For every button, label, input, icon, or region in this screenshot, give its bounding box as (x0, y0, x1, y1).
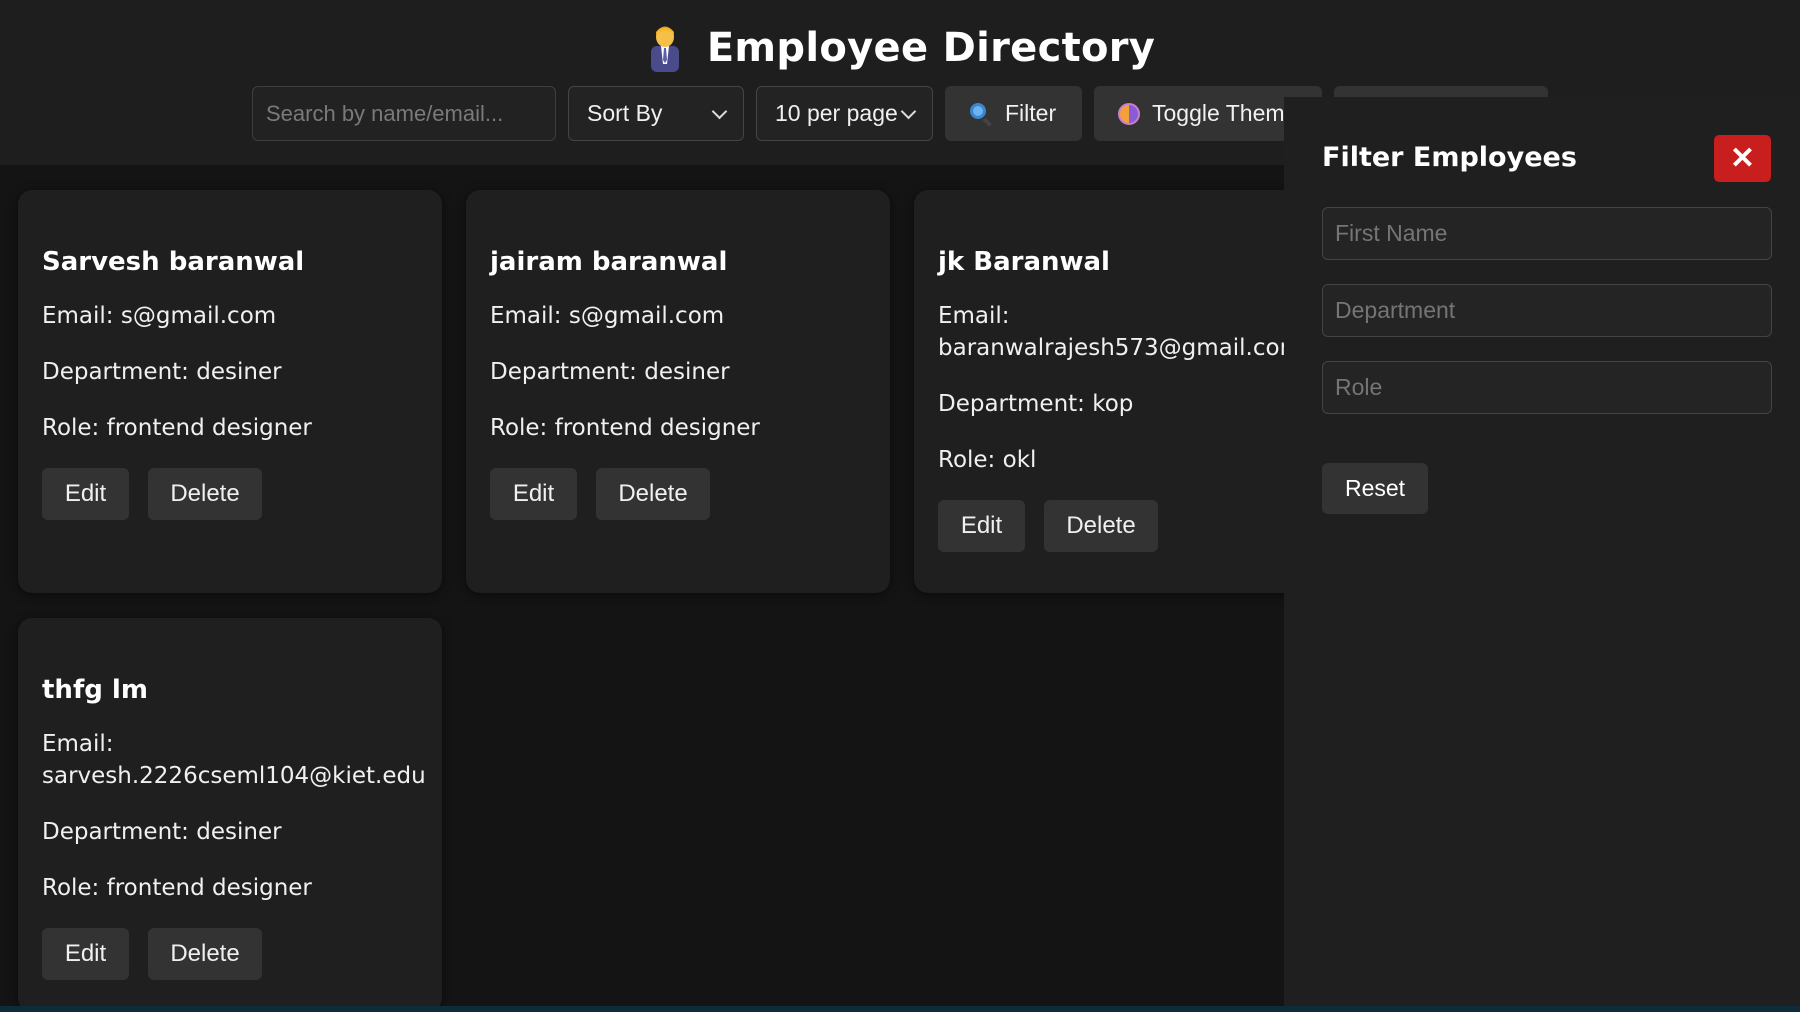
role-input[interactable] (1322, 361, 1772, 414)
per-page-select[interactable]: 10 per page (756, 86, 933, 141)
filter-button[interactable]: Filter (945, 86, 1082, 141)
filter-panel-title: Filter Employees (1322, 142, 1577, 173)
page: Employee Directory Sort By 10 per page F… (0, 0, 1800, 1012)
filter-panel: Filter Employees Reset (1284, 97, 1800, 1012)
employee-department: Department: desiner (42, 359, 282, 385)
employee-name: jairam baranwal (490, 247, 728, 277)
edit-button[interactable]: Edit (490, 468, 577, 520)
page-title: Employee Directory (706, 25, 1156, 71)
employee-card: thfg lm Email: sarvesh.2226cseml104@kiet… (18, 618, 442, 1012)
employee-role: Role: frontend designer (42, 415, 312, 441)
employee-email: Email: s@gmail.com (42, 303, 277, 329)
card-actions: Edit Delete (42, 928, 418, 980)
employee-card: jairam baranwal Email: s@gmail.com Depar… (466, 190, 890, 593)
toggle-theme-label: Toggle Theme (1152, 100, 1298, 126)
employee-role: Role: frontend designer (42, 875, 312, 901)
chevron-down-icon (900, 103, 917, 119)
delete-button[interactable]: Delete (148, 928, 262, 980)
magnifier-icon (969, 102, 993, 127)
employee-name: thfg lm (42, 675, 148, 705)
employee-email: Email: baranwalrajesh573@gmail.com (938, 300, 1314, 364)
delete-button[interactable]: Delete (148, 468, 262, 520)
search-input[interactable] (252, 86, 556, 141)
employee-department: Department: desiner (42, 819, 282, 845)
employee-email-value: baranwalrajesh573@gmail.com (938, 335, 1302, 361)
office-worker-icon (645, 24, 685, 72)
card-actions: Edit Delete (42, 468, 418, 520)
reset-button[interactable]: Reset (1322, 463, 1428, 514)
delete-button[interactable]: Delete (1044, 500, 1158, 552)
employee-card: Sarvesh baranwal Email: s@gmail.com Depa… (18, 190, 442, 593)
chevron-down-icon (711, 103, 728, 119)
bottom-strip (0, 1006, 1800, 1012)
employee-department: Department: kop (938, 391, 1134, 417)
department-input[interactable] (1322, 284, 1772, 337)
employee-role: Role: okl (938, 447, 1037, 473)
filter-button-label: Filter (1005, 100, 1057, 126)
page-title-row: Employee Directory (0, 18, 1800, 78)
sort-select-label: Sort By (587, 100, 663, 126)
theme-icon (1118, 102, 1140, 125)
employee-card: jk Baranwal Email: baranwalrajesh573@gma… (914, 190, 1338, 593)
first-name-input[interactable] (1322, 207, 1772, 260)
employee-department: Department: desiner (490, 359, 730, 385)
per-page-select-label: 10 per page (775, 100, 898, 126)
edit-button[interactable]: Edit (42, 468, 129, 520)
employee-name: Sarvesh baranwal (42, 247, 305, 277)
sort-select[interactable]: Sort By (568, 86, 744, 141)
card-actions: Edit Delete (490, 468, 866, 520)
close-icon[interactable]: ✕ (1714, 135, 1771, 182)
employee-email-value: sarvesh.2226cseml104@kiet.edu (42, 763, 426, 789)
delete-button[interactable]: Delete (596, 468, 710, 520)
edit-button[interactable]: Edit (42, 928, 129, 980)
card-actions: Edit Delete (938, 500, 1314, 552)
employee-role: Role: frontend designer (490, 415, 760, 441)
employee-name: jk Baranwal (938, 247, 1110, 277)
employee-email: Email: sarvesh.2226cseml104@kiet.edu (42, 728, 426, 792)
edit-button[interactable]: Edit (938, 500, 1025, 552)
employee-email: Email: s@gmail.com (490, 303, 725, 329)
